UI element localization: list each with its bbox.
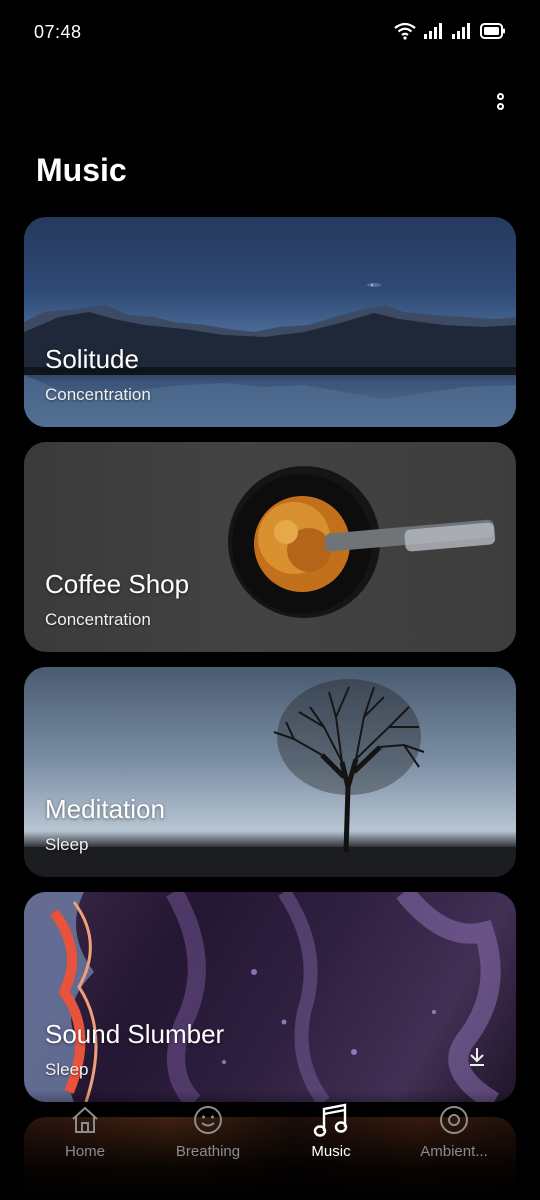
nav-ambient[interactable]: Ambient... [399,1100,509,1170]
download-icon[interactable] [468,1047,486,1072]
nav-music[interactable]: Music [276,1100,386,1170]
wifi-icon [394,22,416,40]
card-title: Coffee Shop [45,569,190,599]
music-card-coffee-shop[interactable]: Coffee Shop Concentration [24,442,516,652]
smile-icon [193,1100,223,1140]
nav-label: Ambient... [420,1143,488,1160]
bottom-navigation: Home Breathing Music Ambient... [0,1090,540,1200]
card-title: Meditation [45,794,165,824]
card-subtitle: Sleep [45,835,89,854]
home-icon [70,1100,100,1140]
nav-home[interactable]: Home [30,1100,140,1170]
signal-icon [424,23,444,39]
signal-icon [452,23,472,39]
page-title: Music [36,152,127,188]
card-subtitle: Concentration [45,610,151,629]
nav-label: Music [311,1143,351,1160]
more-vertical-icon [496,92,504,100]
card-image [24,892,516,1102]
disc-icon [439,1100,469,1140]
nav-label: Home [64,1143,105,1160]
nav-label: Breathing [175,1143,241,1160]
card-subtitle: Concentration [45,385,151,404]
music-card-meditation[interactable]: Meditation Sleep [24,667,516,877]
card-title: Solitude [45,344,139,374]
more-options-button[interactable] [490,88,510,114]
status-bar: 07:48 [0,0,540,64]
more-vertical-icon [496,102,504,110]
nav-breathing[interactable]: Breathing [153,1100,263,1170]
status-icons [394,22,506,40]
battery-icon [480,23,506,39]
card-image [24,667,516,877]
card-subtitle: Sleep [45,1060,89,1079]
status-time: 07:48 [34,22,82,42]
music-card-solitude[interactable]: Solitude Concentration [24,217,516,427]
music-note-icon [313,1100,349,1140]
music-card-sound-slumber[interactable]: Sound Slumber Sleep [24,892,516,1102]
card-title: Sound Slumber [45,1019,225,1049]
